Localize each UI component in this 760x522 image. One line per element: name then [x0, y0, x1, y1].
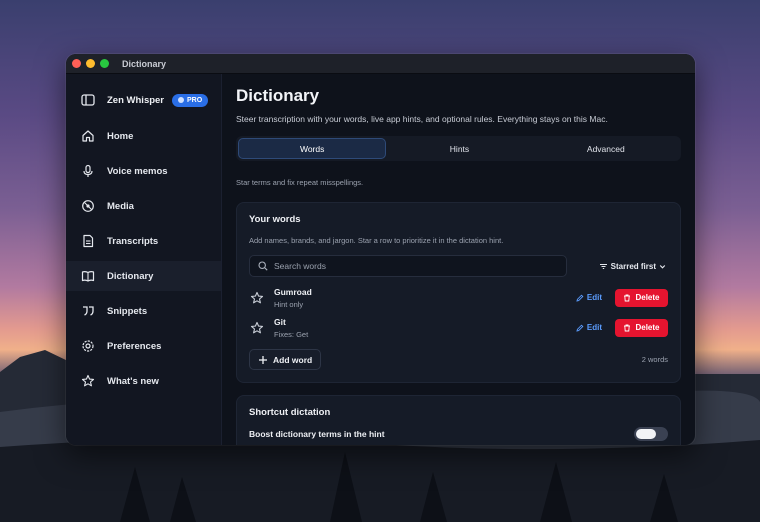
edit-label: Edit: [586, 323, 602, 332]
plus-icon: [259, 355, 267, 364]
your-words-description: Add names, brands, and jargon. Star a ro…: [249, 236, 504, 245]
sidebar-item-dictionary[interactable]: Dictionary: [66, 261, 221, 291]
delete-button[interactable]: Delete: [615, 318, 668, 337]
boost-setting-row: Boost dictionary terms in the hint: [249, 427, 668, 441]
main-content: Dictionary Steer transcription with your…: [223, 74, 695, 445]
sort-label: Starred first: [610, 261, 656, 271]
trash-icon: [624, 324, 631, 331]
word-count: 2 words: [641, 355, 668, 364]
page-subtitle: Steer transcription with your words, liv…: [236, 114, 608, 124]
sidebar-item-voice-memos[interactable]: Voice memos: [66, 156, 221, 186]
add-word-label: Add word: [273, 354, 313, 365]
sidebar-item-snippets[interactable]: Snippets: [66, 296, 221, 326]
shortcut-dictation-title: Shortcut dictation: [249, 407, 331, 418]
add-word-button[interactable]: Add word: [249, 349, 322, 370]
sidebar-item-label: Dictionary: [107, 270, 154, 282]
sidebar-item-label: Home: [107, 130, 134, 142]
pencil-icon: [576, 294, 584, 302]
word-term: Git: [274, 316, 286, 327]
sidebar-item-label: Snippets: [107, 305, 148, 317]
app-name: Zen Whisper: [107, 94, 165, 106]
delete-button[interactable]: Delete: [615, 288, 668, 307]
search-field[interactable]: [249, 255, 567, 277]
word-info: Git Fixes: Get: [274, 317, 576, 339]
edit-button[interactable]: Edit: [576, 323, 602, 332]
word-row: Git Fixes: Get Edit Delete: [249, 313, 668, 342]
trash-icon: [624, 294, 631, 301]
chevron-down-icon: [659, 264, 666, 269]
star-toggle-icon[interactable]: [250, 291, 264, 305]
sidebar-item-media[interactable]: Media: [66, 191, 221, 221]
word-info: Gumroad Hint only: [274, 287, 576, 309]
book-icon: [80, 268, 96, 284]
sidebar-item-label: Voice memos: [107, 165, 168, 177]
pencil-icon: [576, 324, 584, 332]
your-words-title: Your words: [249, 214, 301, 225]
sidebar-item-preferences[interactable]: Preferences: [66, 331, 221, 361]
pro-badge-label: PRO: [187, 96, 203, 104]
sidebar-brand: Zen Whisper PRO: [66, 84, 221, 116]
sort-dropdown[interactable]: Starred first: [599, 262, 666, 271]
search-icon: [258, 261, 268, 271]
boost-toggle[interactable]: [634, 427, 668, 441]
word-meta: Fixes: Get: [274, 329, 309, 339]
word-meta: Hint only: [274, 299, 304, 309]
title-bar: Dictionary: [66, 54, 695, 74]
star-toggle-icon[interactable]: [250, 321, 264, 335]
sidebar-item-transcripts[interactable]: Transcripts: [66, 226, 221, 256]
delete-label: Delete: [635, 293, 660, 302]
tab-advanced[interactable]: Advanced: [533, 138, 679, 159]
close-window-button[interactable]: [72, 59, 81, 68]
sort-icon: [599, 263, 607, 269]
microphone-icon: [80, 163, 96, 179]
boost-setting-label: Boost dictionary terms in the hint: [249, 429, 385, 439]
sidebar-item-label: What's new: [107, 375, 159, 387]
search-input[interactable]: [274, 261, 554, 271]
pro-badge-icon: [178, 97, 185, 103]
sidebar-toggle-icon[interactable]: [80, 92, 96, 108]
document-icon: [80, 233, 96, 249]
tab-bar: Words Hints Advanced: [236, 136, 681, 161]
edit-label: Edit: [586, 293, 602, 302]
sidebar: Zen Whisper PRO Home Voice memos Media T…: [66, 74, 222, 445]
window-title: Dictionary: [122, 58, 167, 69]
quote-icon: [80, 303, 96, 319]
sidebar-item-whats-new[interactable]: What's new: [66, 366, 221, 396]
delete-label: Delete: [635, 323, 660, 332]
tab-hints[interactable]: Hints: [386, 138, 532, 159]
app-window: Dictionary Zen Whisper PRO Home Voice me…: [66, 54, 695, 445]
shortcut-dictation-card: Shortcut dictation Boost dictionary term…: [236, 395, 681, 445]
word-row: Gumroad Hint only Edit Delete: [249, 283, 668, 312]
sidebar-item-label: Transcripts: [107, 235, 159, 247]
edit-button[interactable]: Edit: [576, 293, 602, 302]
home-icon: [80, 128, 96, 144]
media-icon: [80, 198, 96, 214]
sidebar-item-home[interactable]: Home: [66, 121, 221, 151]
star-icon: [80, 373, 96, 389]
section-hint: Star terms and fix repeat misspellings.: [236, 178, 364, 187]
words-toolbar: Starred first: [249, 255, 668, 277]
minimize-window-button[interactable]: [86, 59, 95, 68]
words-footer: Add word 2 words: [249, 349, 668, 370]
your-words-card: Your words Add names, brands, and jargon…: [236, 202, 681, 383]
page-title: Dictionary: [236, 86, 320, 105]
word-term: Gumroad: [274, 286, 312, 297]
zoom-window-button[interactable]: [100, 59, 109, 68]
gear-icon: [80, 338, 96, 354]
tab-words[interactable]: Words: [238, 138, 387, 159]
sidebar-item-label: Preferences: [107, 340, 162, 352]
sidebar-item-label: Media: [107, 200, 134, 212]
pro-badge: PRO: [172, 93, 209, 107]
